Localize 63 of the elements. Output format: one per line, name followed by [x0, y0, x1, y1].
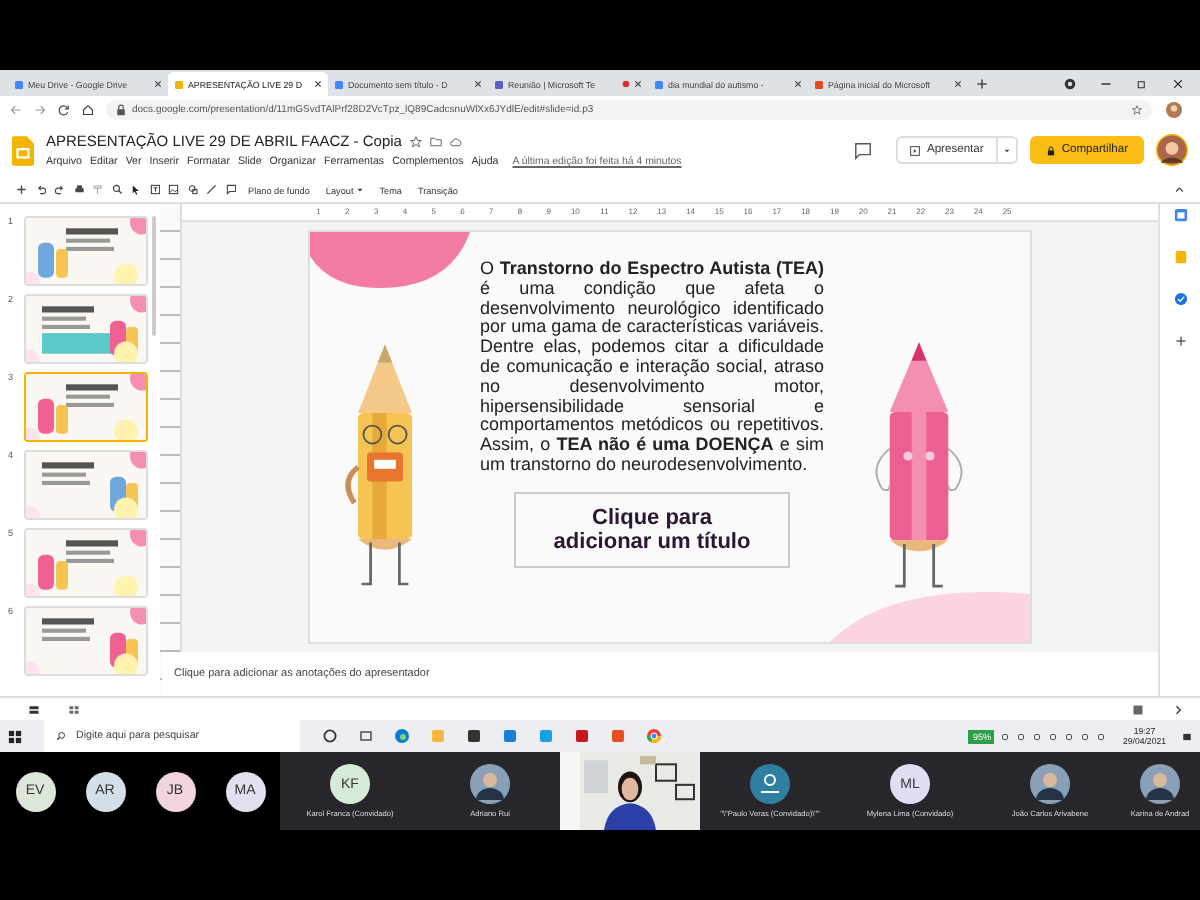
chrome-icon[interactable]	[646, 728, 662, 744]
zoom-icon[interactable]	[111, 184, 122, 196]
slide-thumbnail[interactable]	[24, 372, 148, 442]
calendar-icon[interactable]	[1173, 208, 1187, 222]
windows-logo-icon[interactable]	[8, 729, 22, 743]
search-icon	[56, 730, 66, 742]
avatar-icon[interactable]	[1156, 134, 1188, 166]
image-icon[interactable]	[168, 184, 179, 196]
slide-thumbnail[interactable]	[24, 294, 148, 364]
comment-icon[interactable]	[854, 141, 873, 159]
cortana-icon[interactable]	[322, 728, 338, 744]
home-icon[interactable]	[82, 103, 94, 115]
chevron-right-icon[interactable]	[1172, 703, 1184, 715]
print-icon[interactable]	[73, 184, 84, 196]
minimize-icon[interactable]	[1100, 78, 1112, 90]
collapse-icon[interactable]	[1173, 184, 1184, 196]
slide-thumbnail[interactable]	[24, 528, 148, 598]
avatar-icon	[1140, 764, 1180, 804]
close-icon[interactable]	[794, 80, 802, 88]
favicon-icon	[334, 79, 344, 89]
favicon-icon	[654, 79, 664, 89]
textbox-icon[interactable]	[149, 184, 160, 196]
grid-view-icon[interactable]	[68, 703, 80, 715]
favicon-icon	[174, 79, 184, 89]
close-icon[interactable]	[1172, 78, 1184, 90]
comment-icon[interactable]	[225, 184, 236, 196]
reload-icon[interactable]	[58, 103, 70, 115]
profile-icon[interactable]	[1064, 78, 1076, 90]
present-icon	[910, 145, 921, 155]
star-icon[interactable]	[409, 135, 422, 147]
favicon-icon	[494, 79, 504, 89]
close-icon[interactable]	[154, 80, 162, 88]
close-icon[interactable]	[314, 80, 322, 88]
favicon-icon	[814, 79, 824, 89]
folder-icon[interactable]	[429, 135, 442, 147]
title-placeholder[interactable]: Clique para adicionar um título	[514, 491, 790, 568]
tasks-icon[interactable]	[1173, 292, 1187, 306]
shape-icon[interactable]	[187, 184, 198, 196]
slide-body-text[interactable]: O Transtorno do Espectro Autista (TEA) é uma condição que afeta o desenvolvimento neurológico identificado por uma gama de características variáveis. Dentre elas, podemos citar a dificuldade de comunicação e interação social, atraso no desenvolvimento motor, hipersensibilidade sensorial e comportamentos metódicos ou repetitivos. Assim, o TEA não é uma DOENÇA e sim um transtorno do neurodesenvolvimento.	[480, 260, 824, 476]
avatar-icon	[1030, 764, 1070, 804]
cursor-icon[interactable]	[130, 184, 141, 196]
edge-icon[interactable]	[394, 728, 410, 744]
add-icon[interactable]	[1173, 334, 1187, 348]
redo-icon[interactable]	[54, 184, 65, 196]
close-icon[interactable]	[474, 80, 482, 88]
lock-icon	[1045, 145, 1056, 155]
line-icon[interactable]	[206, 184, 217, 196]
filmstrip-view-icon[interactable]	[28, 703, 40, 715]
undo-icon[interactable]	[35, 184, 46, 196]
favicon-icon	[14, 79, 24, 89]
close-icon[interactable]	[954, 80, 962, 88]
avatar-icon	[470, 764, 510, 804]
guest-avatar-icon	[750, 764, 790, 804]
close-icon[interactable]	[634, 80, 642, 88]
caret-icon	[1001, 145, 1012, 155]
slide-thumbnail[interactable]	[24, 216, 148, 286]
add-icon[interactable]	[16, 184, 27, 196]
slide-thumbnail[interactable]	[24, 450, 148, 520]
new-tab-icon[interactable]	[976, 78, 988, 90]
participant-tile[interactable]	[560, 752, 700, 830]
task-view-icon[interactable]	[358, 728, 374, 744]
restore-icon[interactable]	[1136, 78, 1148, 90]
slide-thumbnail[interactable]	[24, 606, 148, 676]
